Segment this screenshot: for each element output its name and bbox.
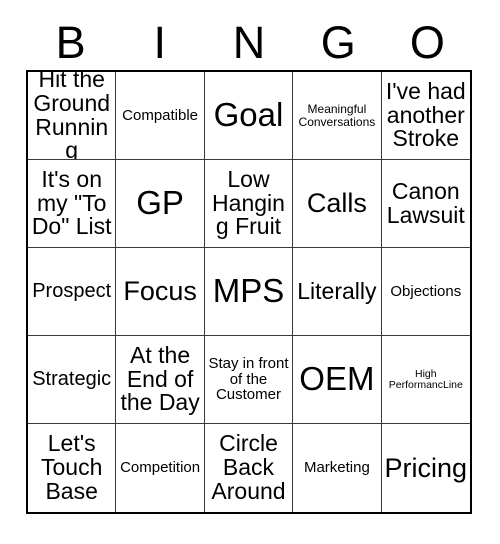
bingo-card: B I N G O Hit the Ground Running Compatible Go…	[0, 0, 500, 544]
bingo-cell-label: Prospect	[32, 280, 112, 303]
bingo-cell[interactable]: I've had another Stroke	[381, 72, 470, 160]
bingo-cell-label: Circle Back Around	[211, 430, 286, 504]
bingo-cell[interactable]: Marketing	[293, 424, 382, 512]
bingo-cell-label: MPS	[212, 272, 285, 310]
bingo-cell[interactable]: MPS	[204, 248, 294, 336]
bingo-cell-label: OEM	[299, 360, 375, 398]
bingo-header-letter-g: G	[320, 16, 356, 68]
bingo-cell[interactable]: Low Hanging Fruit	[204, 160, 294, 248]
bingo-cell[interactable]: Competition	[116, 424, 205, 512]
bingo-cell-label: At the End of the Day	[120, 341, 200, 416]
bingo-cell[interactable]: Prospect	[28, 248, 117, 336]
bingo-cell-label: I've had another Stroke	[385, 77, 466, 152]
bingo-cell-label: Stay in front of the Customer	[208, 355, 289, 404]
bingo-header-letter-o: O	[409, 16, 445, 68]
bingo-cell[interactable]: GP	[116, 160, 205, 248]
bingo-cell-label: Goal	[213, 96, 284, 134]
bingo-cell-label: Calls	[306, 188, 367, 219]
bingo-cell-label: GP	[136, 184, 184, 222]
bingo-cell[interactable]: Compatible	[116, 72, 205, 160]
bingo-cell[interactable]: Circle Back Around	[204, 424, 294, 512]
bingo-cell-label: Marketing	[303, 459, 370, 477]
bingo-cell[interactable]: Goal	[204, 72, 294, 160]
bingo-cell[interactable]: Meaningful Conversations	[293, 72, 382, 160]
bingo-header: BINGO	[26, 14, 472, 70]
bingo-cell[interactable]: At the End of the Day	[116, 336, 205, 424]
bingo-header-letter-i: I	[153, 16, 167, 68]
bingo-cell-label: Pricing	[384, 452, 468, 483]
bingo-cell-label: Literally	[297, 277, 377, 304]
bingo-cell[interactable]: Canon Lawsuit	[381, 160, 470, 248]
bingo-cell-label: Compatible	[122, 106, 199, 124]
bingo-cell[interactable]: Let's Touch Base	[28, 424, 117, 512]
bingo-cell[interactable]: Strategic	[28, 336, 117, 424]
bingo-cell[interactable]: Objections	[381, 248, 470, 336]
bingo-cell-label: Focus	[123, 276, 197, 307]
bingo-cell[interactable]: Literally	[293, 248, 382, 336]
bingo-cell-label: Canon Lawsuit	[386, 177, 465, 228]
bingo-cell[interactable]: Calls	[293, 160, 382, 248]
bingo-cell-label: Hit the Ground Running	[33, 72, 111, 160]
bingo-cell-label: Let's Touch Base	[41, 430, 103, 504]
bingo-cell[interactable]: High PerformancLine	[381, 336, 470, 424]
bingo-header-letter-b: B	[55, 16, 86, 68]
bingo-grid: Hit the Ground Running Compatible Goal Mean…	[26, 70, 472, 514]
bingo-cell-label: Strategic	[32, 368, 112, 391]
bingo-cell[interactable]: It's on my "To Do" List	[28, 160, 117, 248]
bingo-cell[interactable]: Hit the Ground Running	[28, 72, 117, 160]
bingo-cell[interactable]: Focus	[116, 248, 205, 336]
bingo-cell-label: High PerformancLine	[388, 367, 463, 391]
bingo-cell-label: Competition	[120, 459, 201, 477]
bingo-cell-label: It's on my "To Do" List	[31, 165, 112, 240]
bingo-cell-label: Objections	[390, 282, 462, 300]
bingo-cell[interactable]: Stay in front of the Customer	[204, 336, 294, 424]
bingo-header-letter-n: N	[232, 16, 266, 68]
bingo-cell[interactable]: OEM	[293, 336, 382, 424]
bingo-cell-label: Low Hanging Fruit	[212, 165, 285, 240]
bingo-cell[interactable]: Pricing	[381, 424, 470, 512]
bingo-cell-label: Meaningful Conversations	[298, 102, 376, 129]
